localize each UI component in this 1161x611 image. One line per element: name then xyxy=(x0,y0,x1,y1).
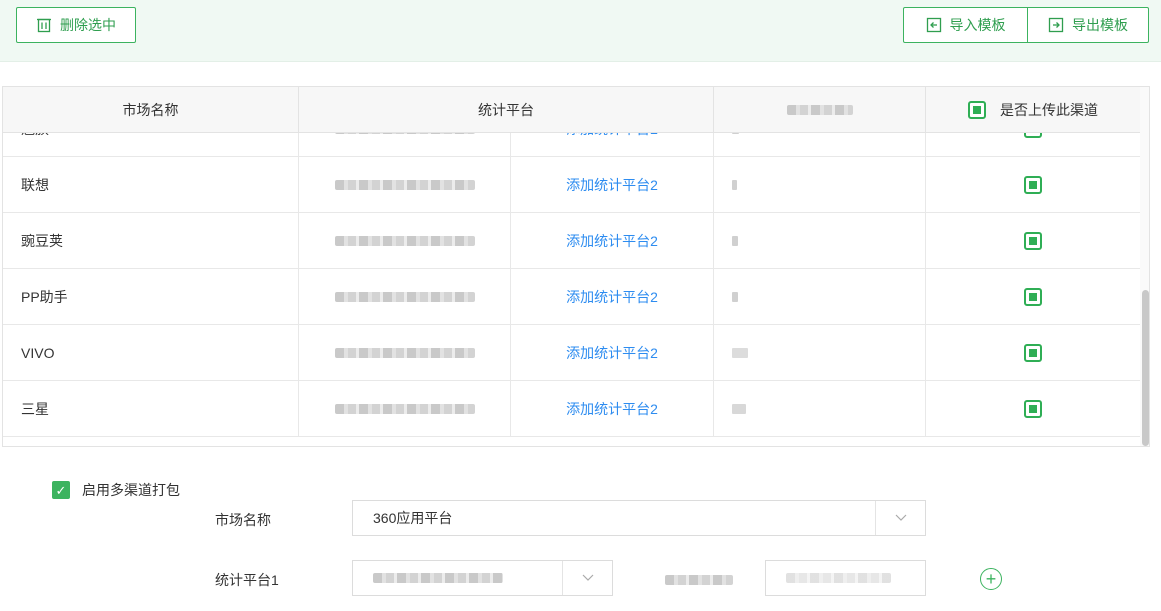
redacted-text xyxy=(334,348,475,358)
redacted-text xyxy=(334,292,475,302)
multi-channel-checkbox[interactable]: ✓ xyxy=(52,481,70,499)
redacted-cell xyxy=(714,381,926,437)
market-name-cell: PP助手 xyxy=(3,269,299,325)
redacted-cell xyxy=(714,213,926,269)
upload-checkbox[interactable] xyxy=(1024,400,1042,418)
upload-cell xyxy=(926,133,1140,157)
import-icon xyxy=(926,17,941,33)
chevron-down-icon[interactable] xyxy=(562,561,612,595)
import-template-button[interactable]: 导入模板 xyxy=(903,7,1028,43)
redacted-text xyxy=(732,133,739,134)
stat-platform-select[interactable] xyxy=(352,560,613,596)
upload-checkbox[interactable] xyxy=(1024,133,1042,138)
redacted-text xyxy=(665,575,733,585)
upload-checkbox[interactable] xyxy=(1024,232,1042,250)
add-plus-icon[interactable]: + xyxy=(980,568,1002,590)
header-upload-label: 是否上传此渠道 xyxy=(1000,102,1098,118)
market-name-cell: VIVO xyxy=(3,325,299,381)
market-name-cell: 魅族 xyxy=(3,133,299,157)
table-row: 三星 添加统计平台2 xyxy=(3,381,1140,437)
table-row: VIVO 添加统计平台2 xyxy=(3,325,1140,381)
stat-platform-cell xyxy=(299,133,511,157)
trash-icon xyxy=(37,18,51,33)
table-body: 魅族 添加统计平台2 联想 添加统计平台2 豌豆荚 添加统计平台2 xyxy=(3,133,1140,446)
market-name-label: 市场名称 xyxy=(215,512,271,528)
redacted-cell xyxy=(714,269,926,325)
channel-table: 市场名称 统计平台 是否上传此渠道 魅族 添加统计平台2 联想 添加统计平台2 xyxy=(2,86,1150,447)
redacted-cell xyxy=(714,133,926,157)
delete-selected-label: 删除选中 xyxy=(60,17,116,33)
export-template-button[interactable]: 导出模板 xyxy=(1027,7,1149,43)
table-row: 魅族 添加统计平台2 xyxy=(3,133,1140,157)
table-header: 市场名称 统计平台 是否上传此渠道 xyxy=(3,87,1140,133)
redacted-text xyxy=(334,236,475,246)
table-row: PP助手 添加统计平台2 xyxy=(3,269,1140,325)
add-stat-platform-link[interactable]: 添加统计平台2 xyxy=(511,381,714,437)
upload-cell xyxy=(926,269,1140,325)
redacted-text xyxy=(732,236,738,246)
header-market-name: 市场名称 xyxy=(3,87,299,133)
add-stat-platform-link[interactable]: 添加统计平台2 xyxy=(511,269,714,325)
market-name-value: 360应用平台 xyxy=(373,510,453,526)
redacted-text xyxy=(334,180,475,190)
market-name-select[interactable]: 360应用平台 xyxy=(352,500,926,536)
redacted-text xyxy=(334,404,475,414)
table-scrollbar[interactable] xyxy=(1140,87,1149,446)
header-stat-platform: 统计平台 xyxy=(299,87,714,133)
export-template-label: 导出模板 xyxy=(1072,17,1128,33)
stat-platform-label: 统计平台1 xyxy=(215,572,279,588)
redacted-text xyxy=(732,180,737,190)
redacted-text xyxy=(732,404,746,414)
redacted-input[interactable] xyxy=(765,560,926,596)
redacted-text xyxy=(732,348,748,358)
chevron-down-icon[interactable] xyxy=(875,501,925,535)
market-name-cell: 豌豆荚 xyxy=(3,213,299,269)
stat-platform-cell xyxy=(299,213,511,269)
import-template-label: 导入模板 xyxy=(949,17,1006,33)
upload-checkbox[interactable] xyxy=(1024,344,1042,362)
table-row: 联想 添加统计平台2 xyxy=(3,157,1140,213)
redacted-text xyxy=(334,133,475,134)
stat-platform-cell xyxy=(299,157,511,213)
stat-platform-cell xyxy=(299,269,511,325)
stat-platform-cell xyxy=(299,325,511,381)
upload-cell xyxy=(926,381,1140,437)
multi-channel-label: 启用多渠道打包 xyxy=(82,482,180,498)
redacted-cell xyxy=(714,157,926,213)
upload-cell xyxy=(926,157,1140,213)
market-name-cell: 联想 xyxy=(3,157,299,213)
redacted-text xyxy=(732,292,738,302)
stat-platform-cell xyxy=(299,381,511,437)
export-icon xyxy=(1048,17,1064,33)
redacted-text xyxy=(373,573,503,583)
redacted-label xyxy=(665,572,733,588)
toolbar: 删除选中 导入模板 导出模板 xyxy=(0,0,1161,62)
header-redacted xyxy=(714,87,926,133)
upload-checkbox[interactable] xyxy=(1024,288,1042,306)
upload-cell xyxy=(926,213,1140,269)
select-all-checkbox[interactable] xyxy=(968,101,986,119)
redacted-cell xyxy=(714,325,926,381)
redacted-text xyxy=(786,573,891,583)
header-upload-channel: 是否上传此渠道 xyxy=(926,87,1140,133)
add-stat-platform-link[interactable]: 添加统计平台2 xyxy=(511,325,714,381)
upload-cell xyxy=(926,325,1140,381)
delete-selected-button[interactable]: 删除选中 xyxy=(16,7,136,43)
add-stat-platform-link[interactable]: 添加统计平台2 xyxy=(511,213,714,269)
table-row: 豌豆荚 添加统计平台2 xyxy=(3,213,1140,269)
market-name-cell: 三星 xyxy=(3,381,299,437)
add-stat-platform-link[interactable]: 添加统计平台2 xyxy=(511,157,714,213)
scrollbar-thumb[interactable] xyxy=(1142,290,1149,446)
upload-checkbox[interactable] xyxy=(1024,176,1042,194)
multi-channel-option[interactable]: ✓ 启用多渠道打包 xyxy=(52,480,180,500)
add-stat-platform-link[interactable]: 添加统计平台2 xyxy=(511,133,714,157)
redacted-text xyxy=(786,105,853,115)
